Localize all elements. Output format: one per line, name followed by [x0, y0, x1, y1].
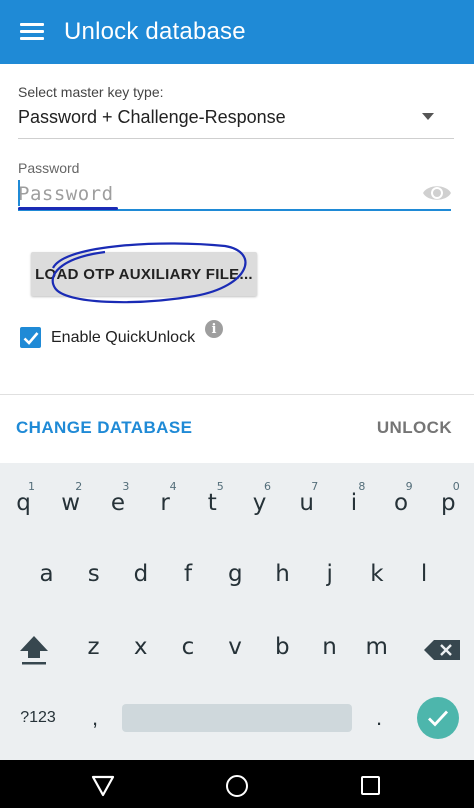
recent-apps-icon[interactable]: [361, 776, 380, 795]
key-letter: j: [326, 561, 333, 587]
key-v[interactable]: v: [212, 622, 259, 672]
shift-key-icon[interactable]: [12, 628, 56, 672]
key-c[interactable]: c: [164, 622, 211, 672]
key-type-selected-value: Password + Challenge-Response: [18, 107, 286, 127]
page-title: Unlock database: [64, 18, 246, 45]
key-letter: x: [133, 634, 148, 660]
key-letter: v: [228, 634, 242, 660]
key-h[interactable]: h: [259, 549, 306, 599]
key-letter: d: [133, 561, 149, 587]
key-number-hint: 6: [264, 480, 271, 493]
enter-key[interactable]: [417, 697, 459, 739]
key-x[interactable]: x: [117, 622, 164, 672]
key-type-dropdown[interactable]: Password + Challenge-Response: [18, 104, 454, 139]
key-number-hint: 3: [122, 480, 130, 493]
key-f[interactable]: f: [165, 549, 212, 599]
key-i[interactable]: i8: [330, 478, 377, 528]
password-label: Password: [18, 160, 80, 176]
info-icon[interactable]: i: [205, 320, 223, 338]
key-q[interactable]: q1: [0, 478, 47, 528]
key-r[interactable]: r4: [142, 478, 189, 528]
symbols-key[interactable]: ?123: [8, 700, 68, 736]
key-number-hint: 4: [169, 480, 177, 493]
dropdown-arrow-icon: [422, 113, 434, 120]
key-number-hint: 2: [75, 480, 83, 493]
key-b[interactable]: b: [259, 622, 306, 672]
key-k[interactable]: k: [353, 549, 400, 599]
key-letter: r: [160, 490, 170, 516]
key-letter: m: [365, 634, 388, 660]
key-letter: t: [207, 490, 217, 516]
key-number-hint: 0: [452, 480, 460, 493]
change-database-button[interactable]: CHANGE DATABASE: [16, 418, 192, 438]
key-s[interactable]: s: [70, 549, 117, 599]
key-letter: z: [87, 634, 100, 660]
key-z[interactable]: z: [70, 622, 117, 672]
key-n[interactable]: n: [306, 622, 353, 672]
quick-unlock-checkbox[interactable]: [20, 327, 41, 348]
key-j[interactable]: j: [306, 549, 353, 599]
key-m[interactable]: m: [353, 622, 400, 672]
key-number-hint: 1: [28, 480, 35, 493]
load-otp-file-button[interactable]: LOAD OTP AUXILIARY FILE...: [31, 252, 257, 296]
quick-unlock-row[interactable]: Enable QuickUnlock: [20, 327, 195, 348]
key-letter: o: [394, 490, 409, 516]
key-letter: a: [39, 561, 54, 587]
key-number-hint: 7: [311, 480, 319, 493]
key-letter: p: [440, 490, 456, 516]
home-icon[interactable]: [226, 775, 248, 797]
key-letter: w: [61, 490, 81, 516]
annotation-underline: [18, 207, 118, 210]
key-o[interactable]: o9: [378, 478, 425, 528]
key-t[interactable]: t5: [189, 478, 236, 528]
back-icon[interactable]: [90, 774, 116, 798]
quick-unlock-label: Enable QuickUnlock: [51, 328, 196, 346]
key-number-hint: 8: [358, 480, 366, 493]
divider: [0, 394, 474, 395]
key-letter: f: [184, 561, 193, 587]
key-letter: q: [16, 490, 31, 516]
key-u[interactable]: u7: [283, 478, 330, 528]
backspace-key-icon[interactable]: [420, 628, 464, 672]
key-letter: u: [299, 490, 314, 516]
key-l[interactable]: l: [401, 549, 448, 599]
key-w[interactable]: w2: [47, 478, 94, 528]
key-letter: y: [252, 490, 267, 516]
checkmark-icon: [428, 710, 449, 727]
key-g[interactable]: g: [212, 549, 259, 599]
text-cursor: [18, 180, 20, 206]
key-letter: n: [322, 634, 337, 660]
key-type-label: Select master key type:: [18, 84, 164, 100]
key-number-hint: 9: [405, 480, 413, 493]
period-key[interactable]: .: [364, 700, 394, 736]
key-a[interactable]: a: [23, 549, 70, 599]
key-letter: s: [87, 561, 100, 587]
key-y[interactable]: y6: [236, 478, 283, 528]
spacebar-key[interactable]: [122, 704, 352, 732]
unlock-button[interactable]: UNLOCK: [377, 418, 452, 438]
key-letter: i: [350, 490, 358, 516]
key-letter: h: [275, 561, 290, 587]
key-letter: b: [274, 634, 290, 660]
key-e[interactable]: e3: [94, 478, 141, 528]
key-d[interactable]: d: [117, 549, 164, 599]
password-input[interactable]: [18, 178, 418, 210]
hamburger-menu-icon[interactable]: [20, 23, 44, 41]
key-letter: g: [227, 561, 243, 587]
key-letter: e: [110, 490, 125, 516]
comma-key[interactable]: ,: [80, 700, 110, 736]
app-bar: Unlock database: [0, 0, 474, 64]
key-number-hint: 5: [216, 480, 224, 493]
eye-icon[interactable]: [422, 182, 452, 204]
key-letter: c: [181, 634, 195, 660]
checkmark-icon: [23, 331, 38, 345]
key-letter: k: [370, 561, 384, 587]
key-p[interactable]: p0: [425, 478, 472, 528]
key-letter: l: [420, 561, 428, 587]
